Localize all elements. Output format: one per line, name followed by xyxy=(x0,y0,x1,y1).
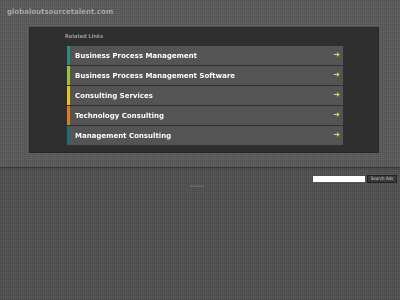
related-link-label[interactable]: Technology Consulting xyxy=(75,112,164,120)
link-accent-bar xyxy=(67,46,70,65)
right-arrow-icon[interactable]: ➜ xyxy=(333,110,340,119)
related-link-label[interactable]: Business Process Management Software xyxy=(75,72,235,80)
related-link[interactable]: Business Process Management ➜ xyxy=(67,46,343,65)
related-link-label[interactable]: Management Consulting xyxy=(75,132,171,140)
link-accent-bar xyxy=(67,66,70,85)
link-accent-bar xyxy=(67,106,70,125)
related-link-label[interactable]: Business Process Management xyxy=(75,52,197,60)
right-arrow-icon[interactable]: ➜ xyxy=(333,50,340,59)
link-accent-bar xyxy=(67,86,70,105)
search-ads-button[interactable]: Search Ads xyxy=(367,175,397,183)
related-link[interactable]: Technology Consulting ➜ xyxy=(67,106,343,125)
related-link[interactable]: Consulting Services ➜ xyxy=(67,86,343,105)
related-links-list: Business Process Management ➜ Business P… xyxy=(67,46,343,146)
link-accent-bar xyxy=(67,126,70,145)
right-arrow-icon[interactable]: ➜ xyxy=(333,90,340,99)
site-domain[interactable]: globaloutsourcetalent.com xyxy=(7,8,113,16)
right-arrow-icon[interactable]: ➜ xyxy=(333,70,340,79)
related-link[interactable]: Business Process Management Software ➜ xyxy=(67,66,343,85)
related-links-title: Related Links xyxy=(65,34,104,40)
search-input[interactable] xyxy=(313,176,365,182)
related-links-panel: Related Links Business Process Managemen… xyxy=(29,27,379,153)
right-arrow-icon[interactable]: ➜ xyxy=(333,130,340,139)
footer-text[interactable]: Searchrly xyxy=(190,184,204,188)
top-band: globaloutsourcetalent.com Related Links … xyxy=(0,0,400,167)
related-link[interactable]: Management Consulting ➜ xyxy=(67,126,343,145)
related-link-label[interactable]: Consulting Services xyxy=(75,92,153,100)
